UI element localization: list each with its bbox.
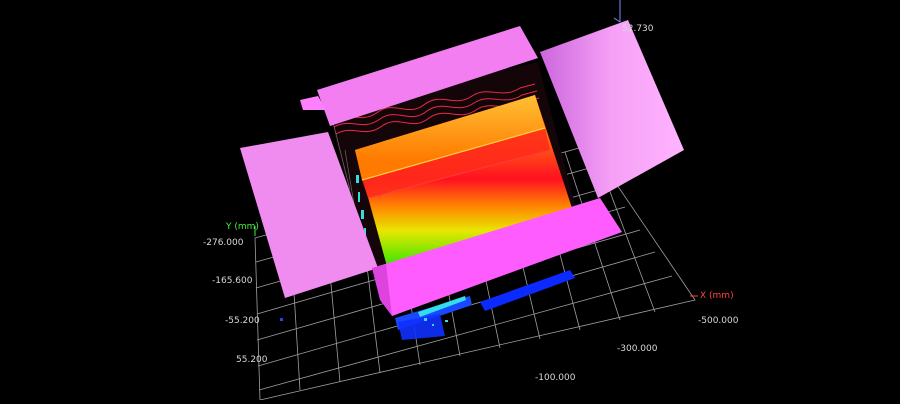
y-tick: -165.600 xyxy=(212,276,253,286)
x-axis-label: X (mm) xyxy=(700,291,734,301)
y-axis-label: Y (mm) xyxy=(226,222,259,232)
x-tick: -300.000 xyxy=(617,344,658,354)
z-axis-tick xyxy=(613,17,621,23)
3d-point-cloud-viewport[interactable]: Y (mm) X (mm) 52.730 -276.000 -165.600 -… xyxy=(0,0,900,401)
x-tick: -100.000 xyxy=(535,373,576,383)
y-tick: 55.200 xyxy=(236,355,268,365)
y-tick: -55.200 xyxy=(225,316,260,326)
z-axis-top-value: 52.730 xyxy=(622,24,654,34)
y-tick: -276.000 xyxy=(203,238,244,248)
x-tick: -500.000 xyxy=(698,316,739,326)
point-cloud-scene xyxy=(240,0,698,401)
